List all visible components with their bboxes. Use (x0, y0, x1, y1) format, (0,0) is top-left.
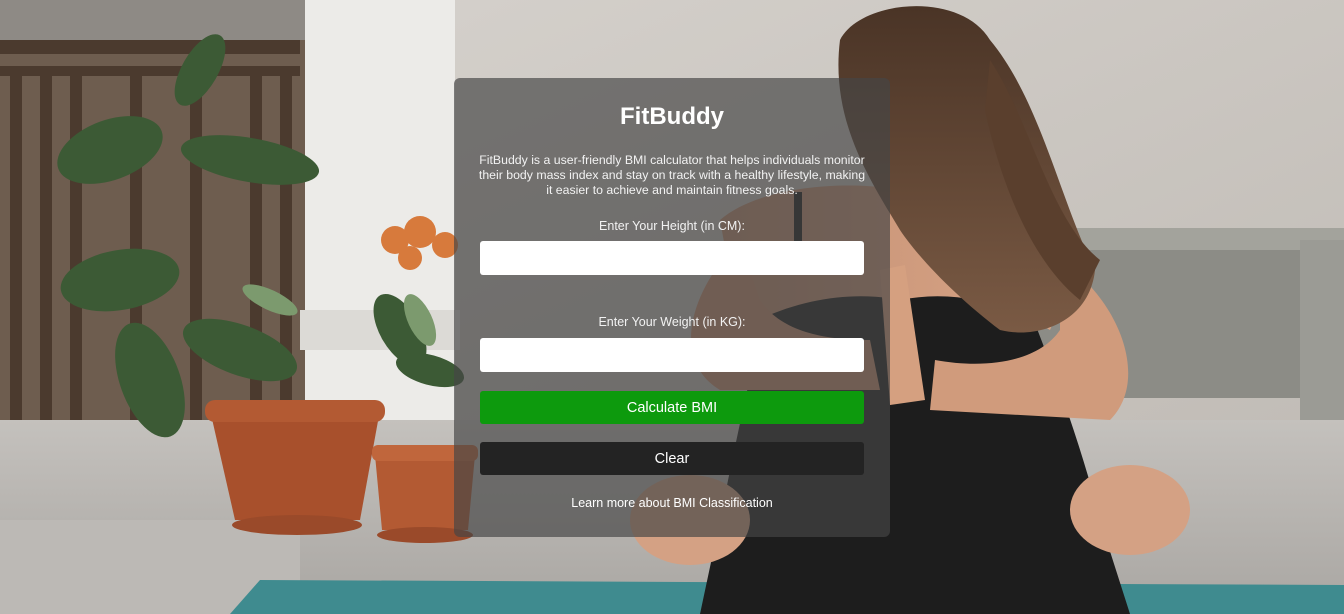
bmi-classification-link[interactable]: Learn more about BMI Classification (454, 496, 890, 510)
clear-button[interactable]: Clear (480, 442, 864, 475)
app-description: FitBuddy is a user-friendly BMI calculat… (478, 153, 866, 197)
calculate-bmi-button[interactable]: Calculate BMI (480, 391, 864, 424)
weight-label: Enter Your Weight (in KG): (598, 315, 746, 329)
height-input[interactable] (480, 241, 864, 275)
app-title: FitBuddy (620, 103, 724, 130)
bmi-calculator-card: FitBuddy FitBuddy is a user-friendly BMI… (454, 78, 890, 537)
weight-input[interactable] (480, 338, 864, 372)
height-label: Enter Your Height (in CM): (599, 219, 745, 233)
